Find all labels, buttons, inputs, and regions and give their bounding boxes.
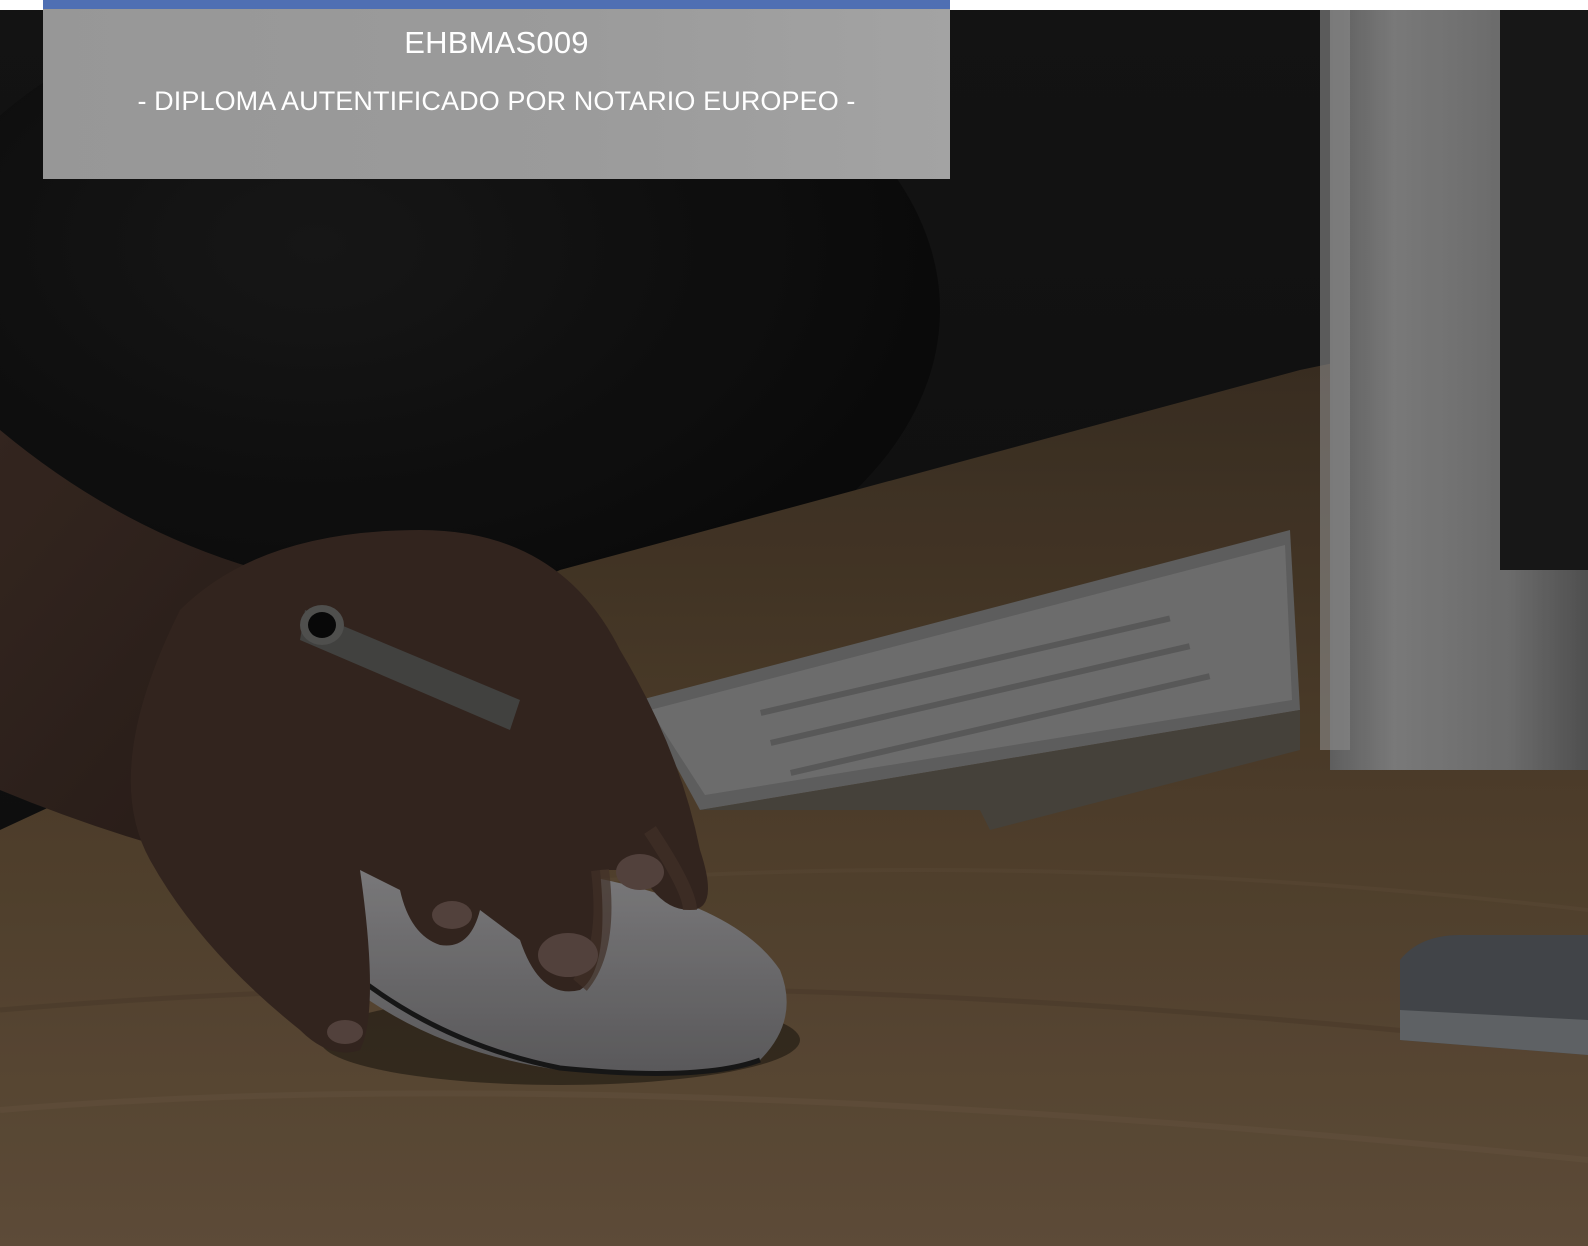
- course-code-title: EHBMAS009: [404, 25, 589, 60]
- hand-on-mouse-desk-photo: [0, 10, 1588, 1246]
- title-box: EHBMAS009 - DIPLOMA AUTENTIFICADO POR NO…: [43, 9, 950, 179]
- cover-page: EHBMAS009 - DIPLOMA AUTENTIFICADO POR NO…: [0, 0, 1588, 1246]
- background-photo: [0, 10, 1588, 1246]
- accent-bar: [43, 0, 950, 9]
- diploma-subtitle: - DIPLOMA AUTENTIFICADO POR NOTARIO EURO…: [137, 86, 856, 116]
